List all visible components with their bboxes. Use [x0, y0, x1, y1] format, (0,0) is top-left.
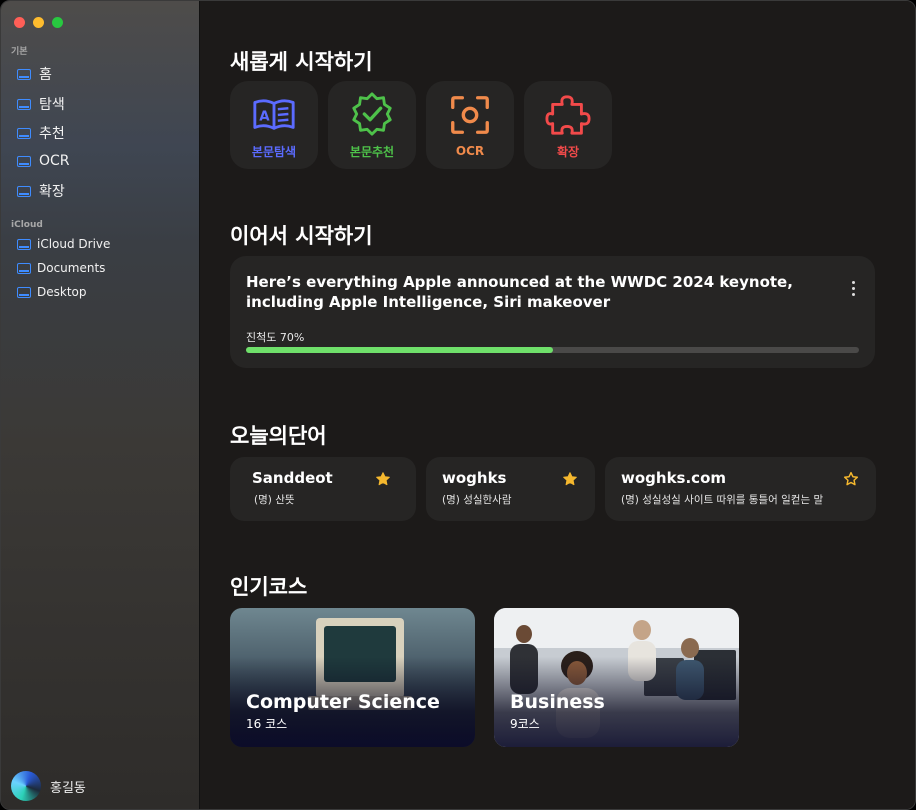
- course-count: 9코스: [510, 717, 540, 731]
- puzzle-icon: [545, 94, 591, 135]
- word-card[interactable]: Sanddeot (명) 산뜻: [230, 457, 416, 521]
- monitor-icon: [17, 155, 31, 167]
- start-section-title: 새롭게 시작하기: [230, 50, 373, 74]
- sidebar-item-label: iCloud Drive: [37, 237, 111, 251]
- course-count: 16 코스: [246, 717, 288, 731]
- course-card-business[interactable]: Business 9코스: [494, 608, 739, 747]
- word-card[interactable]: woghks.com (명) 성실성실 사이트 따위를 통틀어 일컫는 말: [605, 457, 876, 521]
- sidebar-item-explore[interactable]: 탐색: [17, 94, 65, 114]
- sidebar-item-home[interactable]: 홈: [17, 64, 52, 84]
- word-term: Sanddeot: [252, 469, 333, 487]
- quick-action-label: OCR: [455, 144, 485, 158]
- course-title: Computer Science: [246, 691, 440, 713]
- quick-action-label: 본문탐색: [251, 144, 297, 159]
- minimize-window-button[interactable]: [33, 17, 44, 28]
- course-title: Business: [510, 691, 605, 713]
- section-label-icloud: iCloud: [11, 220, 43, 230]
- close-window-button[interactable]: [14, 17, 25, 28]
- verified-badge-icon: [352, 91, 392, 136]
- quick-action-label: 본문추천: [349, 144, 395, 159]
- continue-section-title: 이어서 시작하기: [230, 224, 373, 248]
- article-title: Here’s everything Apple announced at the…: [246, 273, 793, 311]
- user-profile[interactable]: 홍길동: [11, 771, 86, 801]
- sidebar-item-desktop[interactable]: Desktop: [17, 285, 87, 299]
- section-label-basic: 기본: [11, 47, 28, 57]
- progress-fill: [246, 347, 553, 353]
- user-name: 홍길동: [50, 780, 86, 796]
- sidebar-item-documents[interactable]: Documents: [17, 261, 105, 275]
- svg-text:A: A: [259, 109, 270, 124]
- course-card-computer-science[interactable]: Computer Science 16 코스: [230, 608, 475, 747]
- monitor-icon: [17, 238, 31, 250]
- word-term: woghks: [442, 469, 507, 487]
- words-section-title: 오늘의단어: [230, 424, 327, 448]
- quick-action-recommend[interactable]: 본문추천: [328, 81, 416, 169]
- zoom-window-button[interactable]: [52, 17, 63, 28]
- sidebar-item-recommend[interactable]: 추천: [17, 123, 65, 143]
- word-definition: (명) 성실성실 사이트 따위를 통틀어 일컫는 말: [621, 494, 824, 506]
- courses-section-title: 인기코스: [230, 575, 308, 599]
- sidebar-item-label: Desktop: [37, 285, 87, 299]
- monitor-icon: [17, 185, 31, 197]
- more-options-button[interactable]: [845, 276, 861, 300]
- app-window: 기본 홈 탐색 추천 OCR 확장 iCloud iCloud Drive Do…: [0, 0, 916, 810]
- sidebar: 기본 홈 탐색 추천 OCR 확장 iCloud iCloud Drive Do…: [1, 1, 200, 809]
- quick-action-ocr[interactable]: OCR: [426, 81, 514, 169]
- monitor-icon: [17, 98, 31, 110]
- quick-actions: A 본문탐색 본문추천 OCR 확장: [230, 81, 612, 169]
- star-icon[interactable]: [562, 471, 578, 487]
- sidebar-item-label: 추천: [39, 126, 65, 142]
- word-definition: (명) 산뜻: [254, 494, 295, 506]
- star-icon[interactable]: [375, 471, 391, 487]
- sidebar-item-label: 탐색: [39, 97, 65, 113]
- scan-icon: [451, 96, 489, 134]
- window-controls: [14, 17, 63, 28]
- sidebar-item-ocr[interactable]: OCR: [17, 153, 70, 169]
- quick-action-explore[interactable]: A 본문탐색: [230, 81, 318, 169]
- word-cards: Sanddeot (명) 산뜻 woghks (명) 성실한사람 woghks.…: [230, 457, 876, 521]
- word-card[interactable]: woghks (명) 성실한사람: [426, 457, 595, 521]
- sidebar-item-extension[interactable]: 확장: [17, 181, 65, 201]
- monitor-icon: [17, 127, 31, 139]
- monitor-icon: [17, 286, 31, 298]
- main-content: 새롭게 시작하기 A 본문탐색 본문추천 OCR 확장 이어서 시작하기 Her…: [201, 1, 915, 809]
- sidebar-item-label: OCR: [39, 153, 70, 169]
- sidebar-item-label: 홈: [39, 67, 52, 83]
- quick-action-label: 확장: [556, 144, 580, 159]
- quick-action-extension[interactable]: 확장: [524, 81, 612, 169]
- word-term: woghks.com: [621, 469, 727, 487]
- progress-bar: [246, 347, 859, 353]
- star-outline-icon[interactable]: [843, 471, 859, 487]
- course-cards: Computer Science 16 코스 Business 9코스: [230, 608, 739, 747]
- progress-label: 진척도 70%: [246, 331, 305, 344]
- word-definition: (명) 성실한사람: [442, 494, 512, 506]
- sidebar-item-label: 확장: [39, 184, 65, 200]
- book-icon: A: [253, 98, 295, 130]
- continue-card[interactable]: Here’s everything Apple announced at the…: [230, 256, 875, 368]
- monitor-icon: [17, 262, 31, 274]
- monitor-icon: [17, 68, 31, 80]
- sidebar-item-label: Documents: [37, 261, 106, 275]
- avatar: [11, 771, 41, 801]
- sidebar-item-icloud-drive[interactable]: iCloud Drive: [17, 237, 110, 251]
